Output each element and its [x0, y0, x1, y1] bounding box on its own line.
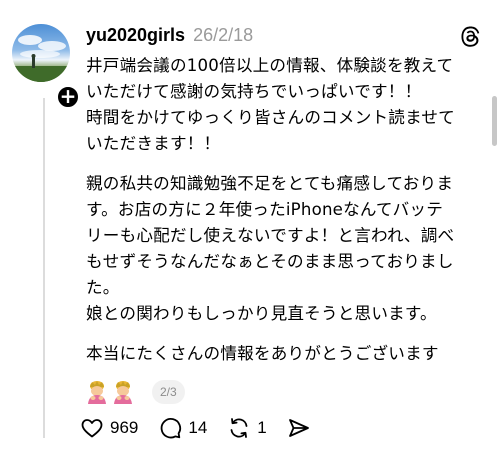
- woman-bowing-icon: [114, 381, 132, 404]
- repost-count: 1: [257, 418, 267, 437]
- avatar[interactable]: [12, 24, 70, 82]
- post-paragraph-5: 本当にたくさんの情報をありがとうございます: [86, 344, 439, 363]
- share-button[interactable]: [287, 416, 311, 440]
- post-paragraph-1: 井戸端会議の100倍以上の情報、体験談を教えて いただけて感謝の気持ちでいっぱい…: [86, 56, 454, 101]
- woman-bowing-icon: [88, 381, 106, 404]
- timestamp: 26/2/18: [193, 25, 254, 45]
- post-paragraph-3: 親の私共の知識勉強不足をとても痛感しておりま す。お店の方に２年使ったiPhon…: [86, 174, 455, 297]
- action-bar: 969 14 1: [80, 416, 331, 440]
- like-button[interactable]: 969: [80, 416, 138, 440]
- avatar-container[interactable]: +: [12, 24, 81, 110]
- username[interactable]: yu2020girls: [86, 25, 185, 46]
- reply-button[interactable]: 14: [158, 416, 207, 440]
- threads-logo-icon: [461, 26, 480, 47]
- post-body: 井戸端会議の100倍以上の情報、体験談を教えて いただけて感謝の気持ちでいっぱい…: [86, 53, 490, 367]
- avatar-image: [12, 35, 70, 82]
- heart-icon: [81, 419, 103, 438]
- page-indicator: 2/3: [152, 380, 185, 404]
- thread-line: [43, 98, 45, 438]
- send-icon: [288, 419, 309, 437]
- follow-plus-icon[interactable]: +: [55, 84, 81, 110]
- emoji-row: 2/3: [86, 380, 185, 404]
- repost-icon: [230, 418, 248, 438]
- repost-button[interactable]: 1: [227, 416, 267, 440]
- reply-count: 14: [188, 418, 208, 437]
- post-header: yu2020girls 26/2/18: [86, 25, 500, 47]
- post-paragraph-4: 娘との関わりもしっかり見直そうと思います。: [86, 304, 437, 323]
- like-count: 969: [110, 418, 139, 437]
- comment-icon: [161, 418, 182, 439]
- scrollbar[interactable]: [492, 96, 497, 146]
- post-paragraph-2: 時間をかけてゆっくり皆さんのコメント読ませて いただきます！！: [86, 108, 455, 153]
